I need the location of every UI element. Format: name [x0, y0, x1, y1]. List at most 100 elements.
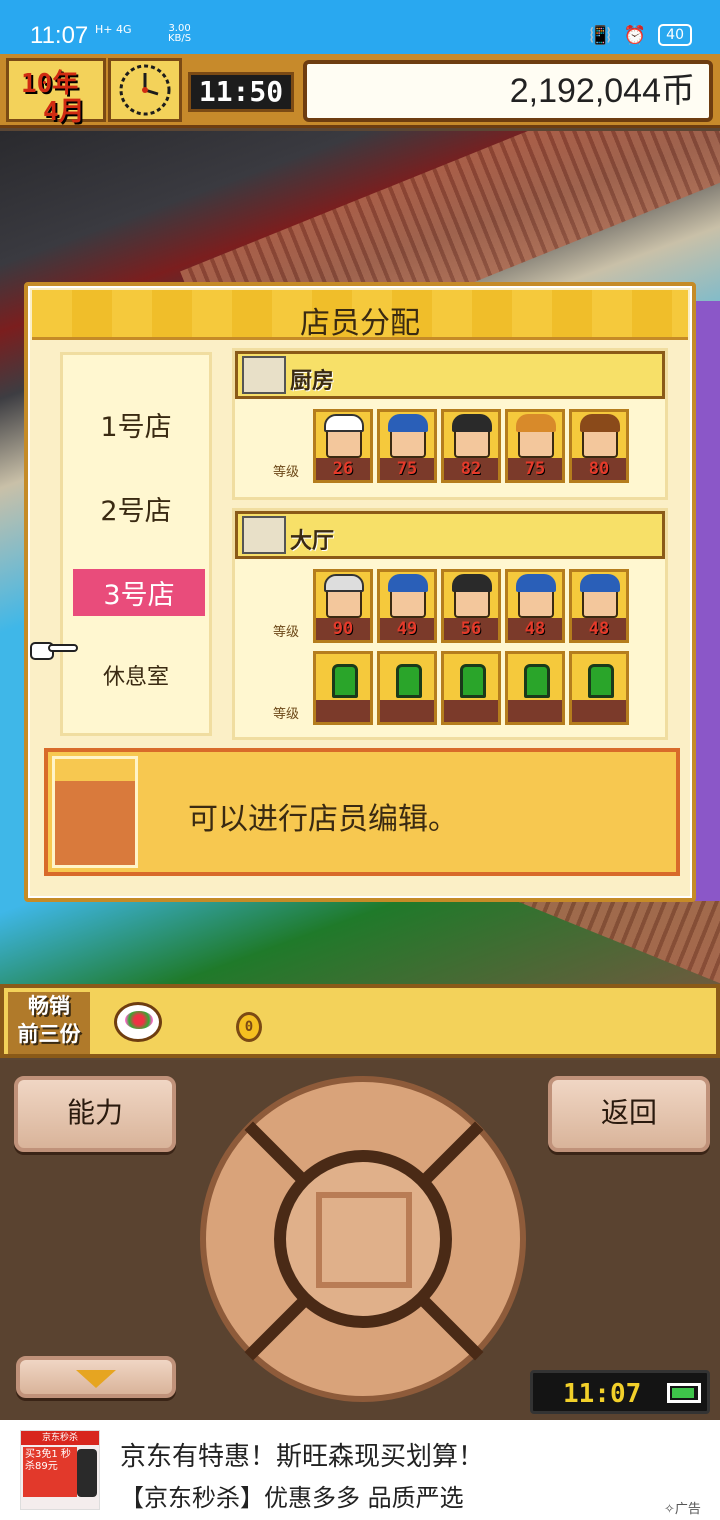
- collapse-down-button[interactable]: [16, 1356, 176, 1398]
- empty-seat-slot[interactable]: [569, 651, 629, 725]
- staff-hair: [388, 414, 428, 432]
- message-text: 可以进行店员编辑。: [188, 802, 458, 837]
- staff-hair: [388, 574, 428, 592]
- staff-slot[interactable]: 90: [313, 569, 373, 643]
- dpad-left-button[interactable]: [206, 1206, 276, 1296]
- dpad-right-button[interactable]: [450, 1206, 520, 1296]
- staff-level: 26: [316, 458, 370, 480]
- network-speed: 3.00 KB/S: [168, 24, 191, 44]
- staff-slot[interactable]: 48: [505, 569, 565, 643]
- ad-label: ✧广告: [664, 1498, 701, 1517]
- hall-level-label: 等级: [273, 625, 300, 640]
- status-time: 11:07: [30, 22, 89, 49]
- dpad: [200, 1076, 526, 1402]
- kitchen-icon: [242, 356, 286, 394]
- staff-level: 75: [380, 458, 434, 480]
- ad-title[interactable]: 京东有特惠！斯旺森现买划算！: [120, 1436, 484, 1473]
- ability-button[interactable]: 能力: [14, 1076, 176, 1152]
- staff-level: 90: [316, 618, 370, 640]
- ad-image-promo: 买3免1 秒杀89元: [23, 1447, 77, 1497]
- network-speed-unit: KB/S: [168, 33, 192, 44]
- staff-hair: [452, 414, 492, 432]
- staff-slot[interactable]: 56: [441, 569, 501, 643]
- message-portrait: [52, 756, 138, 868]
- empty-level: [444, 700, 498, 722]
- staff-slot[interactable]: 75: [505, 409, 565, 483]
- empty-seat-slot[interactable]: [377, 651, 437, 725]
- staff-slot[interactable]: 82: [441, 409, 501, 483]
- dialog-header: 店员分配: [32, 290, 688, 341]
- status-bar: 11:07 H+ 4G 3.00 KB/S 📳 ⏰ 40: [0, 0, 720, 54]
- month-label: 4月: [43, 97, 85, 127]
- calendar-date: 10年 4月: [6, 58, 106, 127]
- empty-seat-slot[interactable]: [505, 651, 565, 725]
- store-item-1[interactable]: 1号店: [63, 405, 209, 444]
- dpad-center-button[interactable]: [274, 1150, 452, 1328]
- dpad-up-button[interactable]: [324, 1082, 414, 1152]
- ad-banner[interactable]: 京东秒杀 买3免1 秒杀89元 京东有特惠！斯旺森现买划算！ 【京东秒杀】优惠多…: [0, 1420, 720, 1520]
- staff-level: 56: [444, 618, 498, 640]
- clock-icon: [108, 58, 182, 122]
- staff-hair: [580, 574, 620, 592]
- staff-assignment-dialog: 店员分配 1号店 2号店 3号店 休息室 厨房 等级 26 75 82 75 8…: [24, 282, 696, 902]
- chair-icon: [396, 664, 422, 698]
- battery-icon: 40: [658, 24, 692, 46]
- product-bottle-icon: [77, 1449, 97, 1497]
- empty-level: [316, 700, 370, 722]
- hall-empty-slots: [313, 651, 629, 725]
- coin-icon: 0: [236, 1012, 262, 1042]
- chef-hat-icon: [324, 414, 364, 432]
- staff-slot[interactable]: 75: [377, 409, 437, 483]
- back-button[interactable]: 返回: [548, 1076, 710, 1152]
- staff-level: 80: [572, 458, 626, 480]
- empty-level: [572, 700, 626, 722]
- kitchen-label: 厨房: [290, 369, 335, 394]
- menu-icon: [242, 516, 286, 554]
- staff-slot[interactable]: 26: [313, 409, 373, 483]
- staff-level: 82: [444, 458, 498, 480]
- staff-level: 75: [508, 458, 562, 480]
- status-icons: 📳 ⏰ 40: [589, 24, 692, 46]
- empty-seat-slot[interactable]: [313, 651, 373, 725]
- bestseller-label: 畅销 前三份: [8, 992, 90, 1054]
- message-box: 可以进行店员编辑。: [44, 748, 680, 876]
- staff-slot[interactable]: 48: [569, 569, 629, 643]
- empty-seat-slot[interactable]: [441, 651, 501, 725]
- money-counter: 2,192,044币: [303, 60, 713, 122]
- staff-slot[interactable]: 80: [569, 409, 629, 483]
- staff-hair: [516, 574, 556, 592]
- dialog-title: 店员分配: [300, 306, 420, 341]
- ad-image-tag: 京东秒杀: [21, 1431, 99, 1445]
- ad-label-text: 广告: [674, 1502, 701, 1517]
- store-item-2[interactable]: 2号店: [63, 489, 209, 528]
- kitchen-header: 厨房: [235, 351, 665, 399]
- chair-icon: [588, 664, 614, 698]
- pointing-hand-icon: [30, 642, 78, 660]
- hall-empty-level-label: 等级: [273, 707, 300, 722]
- hall-section: 大厅 等级 90 49 56 48 48 等级: [232, 508, 668, 740]
- alarm-icon: ⏰: [623, 24, 647, 46]
- kitchen-section: 厨房 等级 26 75 82 75 80: [232, 348, 668, 500]
- store-item-rest-room[interactable]: 休息室: [63, 659, 209, 691]
- staff-hair: [516, 414, 556, 432]
- network-indicator: H+ 4G: [95, 23, 132, 36]
- hall-header: 大厅: [235, 511, 665, 559]
- staff-level: 48: [572, 618, 626, 640]
- dpad-down-button[interactable]: [324, 1326, 414, 1396]
- ad-close-icon[interactable]: ✧: [664, 1502, 675, 1517]
- staff-slot[interactable]: 49: [377, 569, 437, 643]
- hall-slots: 90 49 56 48 48: [313, 569, 629, 643]
- ad-subtitle[interactable]: 【京东秒杀】优惠多多 品质严选: [120, 1478, 464, 1513]
- empty-level: [380, 700, 434, 722]
- game-hud: 10年 4月 11:50 2,192,044币: [0, 54, 720, 128]
- store-item-3[interactable]: 3号店: [73, 569, 205, 616]
- staff-level: 49: [380, 618, 434, 640]
- vibrate-icon: 📳: [589, 24, 612, 46]
- chair-icon: [332, 664, 358, 698]
- dpad-pattern-icon: [316, 1192, 412, 1288]
- control-panel: 能力 返回 11:07: [0, 1060, 720, 1420]
- kitchen-slots: 26 75 82 75 80: [313, 409, 629, 483]
- ad-image[interactable]: 京东秒杀 买3免1 秒杀89元: [20, 1430, 100, 1510]
- down-arrow-icon: [76, 1370, 116, 1388]
- bestseller-label-line1: 畅销: [28, 994, 70, 1018]
